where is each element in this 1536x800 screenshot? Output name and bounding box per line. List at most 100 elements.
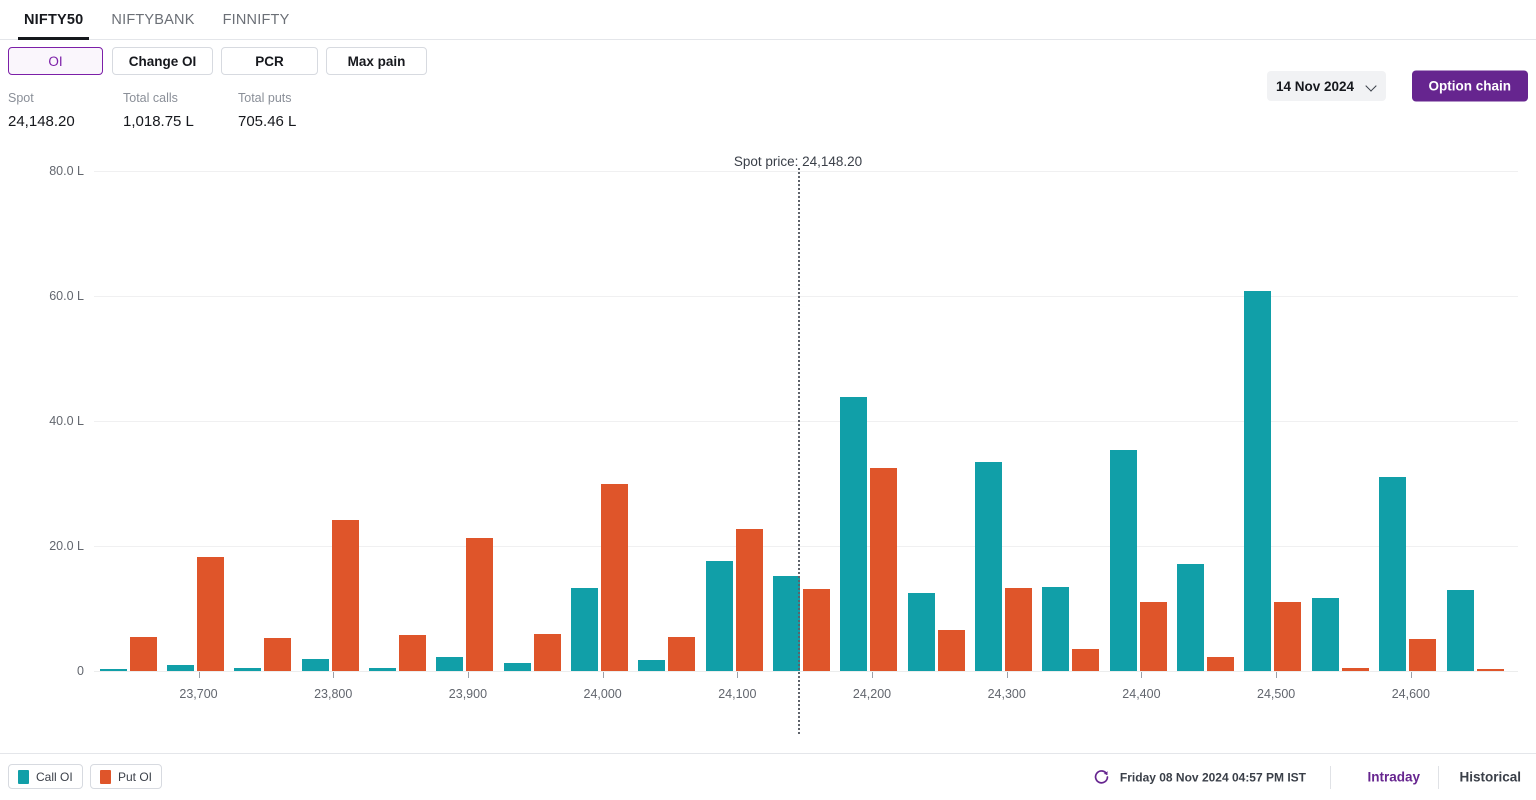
- bar-put-oi[interactable]: [870, 467, 898, 671]
- bar-call-oi[interactable]: [368, 667, 396, 671]
- bar-put-oi[interactable]: [735, 528, 763, 671]
- refresh-icon[interactable]: [1093, 769, 1110, 786]
- stat-spot-label: Spot: [8, 91, 34, 105]
- x-axis-tick: [872, 672, 874, 678]
- tab-label: NIFTYBANK: [111, 11, 195, 28]
- max-pain-button[interactable]: Max pain: [326, 47, 427, 75]
- bar-call-oi[interactable]: [166, 665, 194, 671]
- legend-put-oi[interactable]: Put OI: [90, 764, 163, 789]
- bar-put-oi[interactable]: [264, 637, 292, 671]
- y-axis-tick-label: 80.0 L: [49, 164, 84, 178]
- x-axis-tick: [333, 672, 335, 678]
- intraday-button[interactable]: Intraday: [1367, 770, 1420, 785]
- bar-call-oi[interactable]: [1379, 477, 1407, 671]
- tab-niftybank[interactable]: NIFTYBANK: [97, 0, 208, 40]
- plot-area[interactable]: 0 20.0 L 40.0 L 60.0 L 80.0 L 23,700 23,800 23,…: [0, 140, 1536, 755]
- bar-put-oi[interactable]: [331, 520, 359, 671]
- legend-call-oi[interactable]: Call OI: [8, 764, 83, 789]
- y-axis-tick-label: 20.0 L: [49, 539, 84, 553]
- refresh-group: Friday 08 Nov 2024 04:57 PM IST: [1093, 769, 1306, 786]
- bar-call-oi[interactable]: [436, 657, 464, 671]
- bar-call-oi[interactable]: [301, 659, 329, 671]
- x-axis-tick-label: 23,700: [179, 687, 218, 701]
- bar-call-oi[interactable]: [1109, 449, 1137, 671]
- x-axis-tick: [467, 672, 469, 678]
- pcr-button[interactable]: PCR: [221, 47, 318, 75]
- bar-put-oi[interactable]: [1341, 667, 1369, 671]
- stat-total-puts-value: 705.46 L: [238, 113, 297, 130]
- bar-call-oi[interactable]: [907, 592, 935, 671]
- bar-put-oi[interactable]: [1139, 602, 1167, 671]
- x-axis-tick-label: 24,400: [1122, 687, 1161, 701]
- tab-nifty50[interactable]: NIFTY50: [10, 0, 97, 40]
- x-axis-tick: [1141, 672, 1143, 678]
- bar-call-oi[interactable]: [840, 397, 868, 671]
- bar-put-oi[interactable]: [129, 637, 157, 671]
- bar-put-oi[interactable]: [1274, 602, 1302, 671]
- x-axis-tick: [1006, 672, 1008, 678]
- bar-call-oi[interactable]: [570, 587, 598, 671]
- bar-put-oi[interactable]: [1409, 639, 1437, 671]
- y-axis-tick-label: 40.0 L: [49, 414, 84, 428]
- tab-finnifty[interactable]: FINNIFTY: [209, 0, 304, 40]
- bar-call-oi[interactable]: [1446, 589, 1474, 671]
- bar-put-oi[interactable]: [937, 629, 965, 671]
- stat-spot: Spot 24,148.20: [8, 90, 75, 133]
- bar-call-oi[interactable]: [99, 668, 127, 671]
- bar-call-oi[interactable]: [1244, 291, 1272, 671]
- chart-footer: Call OI Put OI Friday 08 Nov 2024 04:57 …: [0, 753, 1536, 800]
- bar-call-oi[interactable]: [1177, 563, 1205, 671]
- summary-stats: Spot 24,148.20 Total calls 1,018.75 L To…: [0, 90, 1536, 136]
- bar-call-oi[interactable]: [705, 561, 733, 671]
- gridline: [94, 421, 1518, 422]
- stat-spot-value: 24,148.20: [8, 113, 75, 130]
- bar-put-oi[interactable]: [398, 634, 426, 671]
- bar-put-oi[interactable]: [1207, 657, 1235, 671]
- spot-price-label: Spot price: 24,148.20: [733, 154, 863, 169]
- spot-price-line: [798, 168, 800, 734]
- x-axis-tick: [737, 672, 739, 678]
- option-chain-oi-page: NIFTY50 NIFTYBANK FINNIFTY OI Change OI …: [0, 0, 1536, 800]
- oi-button[interactable]: OI: [8, 47, 103, 75]
- gridline: [94, 171, 1518, 172]
- bar-put-oi[interactable]: [1476, 669, 1504, 671]
- x-axis-tick: [602, 672, 604, 678]
- gridline: [94, 296, 1518, 297]
- bar-call-oi[interactable]: [503, 662, 531, 671]
- metric-toolbar: OI Change OI PCR Max pain 14 Nov 2024 Op…: [0, 40, 1536, 102]
- bar-call-oi[interactable]: [773, 576, 800, 671]
- bar-call-oi[interactable]: [234, 667, 262, 671]
- bar-call-oi[interactable]: [975, 461, 1003, 671]
- bar-put-oi[interactable]: [1072, 648, 1100, 671]
- x-axis-line: [94, 671, 1518, 672]
- change-oi-button[interactable]: Change OI: [112, 47, 213, 75]
- legend-call-oi-label: Call OI: [36, 769, 73, 784]
- gridline: [94, 546, 1518, 547]
- x-axis-tick-label: 24,600: [1391, 687, 1430, 701]
- stat-total-puts-label: Total puts: [238, 91, 292, 105]
- bar-put-oi[interactable]: [466, 537, 494, 671]
- stat-total-calls-label: Total calls: [123, 91, 178, 105]
- y-axis-tick-label: 60.0 L: [49, 289, 84, 303]
- x-axis-tick: [198, 672, 200, 678]
- bar-put-oi[interactable]: [533, 634, 561, 671]
- footer-divider: [1330, 766, 1331, 789]
- x-axis-tick: [1276, 672, 1278, 678]
- historical-button[interactable]: Historical: [1459, 770, 1521, 785]
- legend-put-oi-label: Put OI: [118, 769, 153, 784]
- x-axis-tick-label: 24,300: [987, 687, 1026, 701]
- footer-divider: [1438, 766, 1439, 789]
- bar-put-oi[interactable]: [668, 636, 696, 671]
- bar-call-oi[interactable]: [638, 659, 666, 671]
- tab-label: FINNIFTY: [222, 11, 290, 28]
- stat-total-puts: Total puts 705.46 L: [238, 90, 296, 133]
- oi-chart: 0 20.0 L 40.0 L 60.0 L 80.0 L 23,700 23,800 23,…: [0, 140, 1536, 755]
- bar-put-oi[interactable]: [1005, 587, 1033, 671]
- bar-put-oi[interactable]: [196, 557, 224, 671]
- x-axis-tick-label: 23,800: [314, 687, 353, 701]
- bar-call-oi[interactable]: [1042, 587, 1070, 671]
- bar-put-oi[interactable]: [600, 483, 628, 671]
- tab-label: NIFTY50: [24, 11, 84, 28]
- bar-put-oi[interactable]: [803, 588, 830, 671]
- bar-call-oi[interactable]: [1311, 597, 1339, 671]
